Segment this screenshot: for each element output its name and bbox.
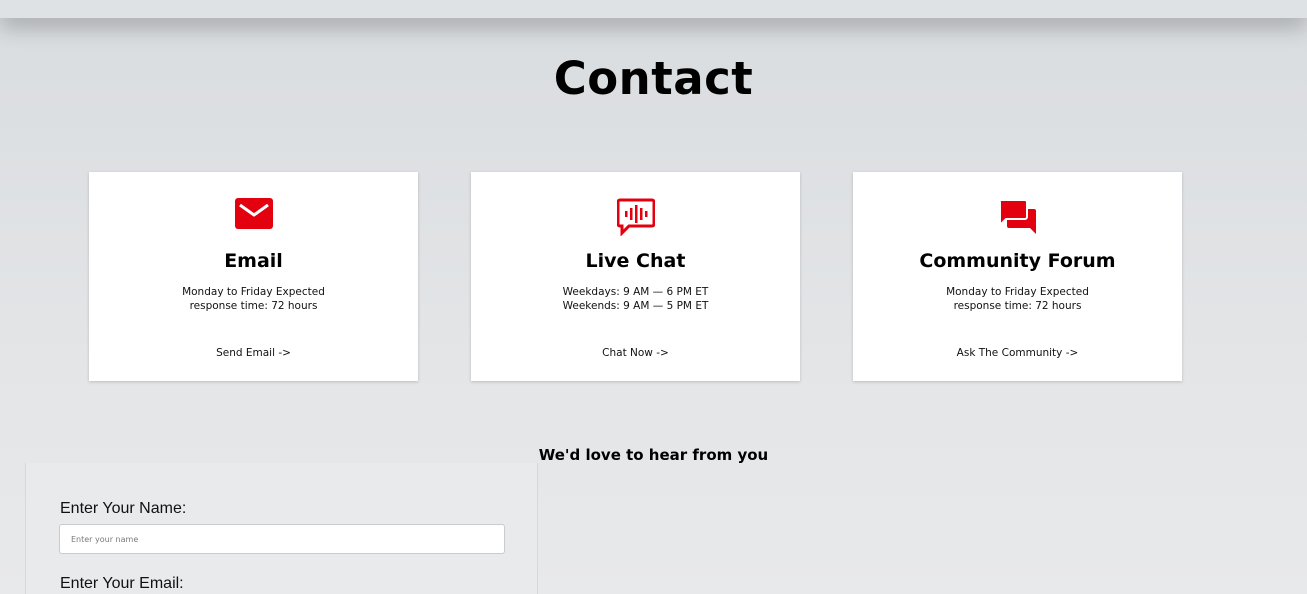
card-description-line: response time: 72 hours: [189, 300, 318, 312]
card-description-line: Weekdays: 9 AM — 6 PM ET: [562, 286, 709, 298]
forum-icon: [853, 198, 1182, 236]
contact-form: Enter Your Name: Enter Your Email:: [25, 463, 538, 594]
email-label: Enter Your Email:: [60, 575, 184, 592]
live-chat-card: Live Chat Weekdays: 9 AM — 6 PM ET Weeke…: [471, 172, 800, 381]
card-description: Monday to Friday Expected response time:…: [853, 285, 1182, 313]
card-description-line: response time: 72 hours: [953, 300, 1082, 312]
email-card: Email Monday to Friday Expected response…: [89, 172, 418, 381]
card-description-line: Weekends: 9 AM — 5 PM ET: [562, 300, 709, 312]
card-description-line: Monday to Friday Expected: [946, 286, 1089, 298]
name-input[interactable]: [59, 524, 505, 554]
card-title: Community Forum: [919, 250, 1116, 272]
name-label: Enter Your Name:: [60, 500, 187, 517]
page-title: Contact: [553, 52, 754, 105]
card-title: Live Chat: [585, 250, 686, 272]
card-description: Weekdays: 9 AM — 6 PM ET Weekends: 9 AM …: [471, 285, 800, 313]
live-chat-icon: [471, 198, 800, 236]
card-description-line: Monday to Friday Expected: [182, 286, 325, 298]
chat-now-link[interactable]: Chat Now ->: [471, 347, 800, 359]
community-forum-card: Community Forum Monday to Friday Expecte…: [853, 172, 1182, 381]
card-title: Email: [224, 250, 283, 272]
ask-community-link[interactable]: Ask The Community ->: [853, 347, 1182, 359]
card-description: Monday to Friday Expected response time:…: [89, 285, 418, 313]
form-heading: We'd love to hear from you: [538, 446, 769, 464]
top-navbar: [0, 0, 1307, 18]
send-email-link[interactable]: Send Email ->: [89, 347, 418, 359]
envelope-icon: [89, 198, 418, 236]
